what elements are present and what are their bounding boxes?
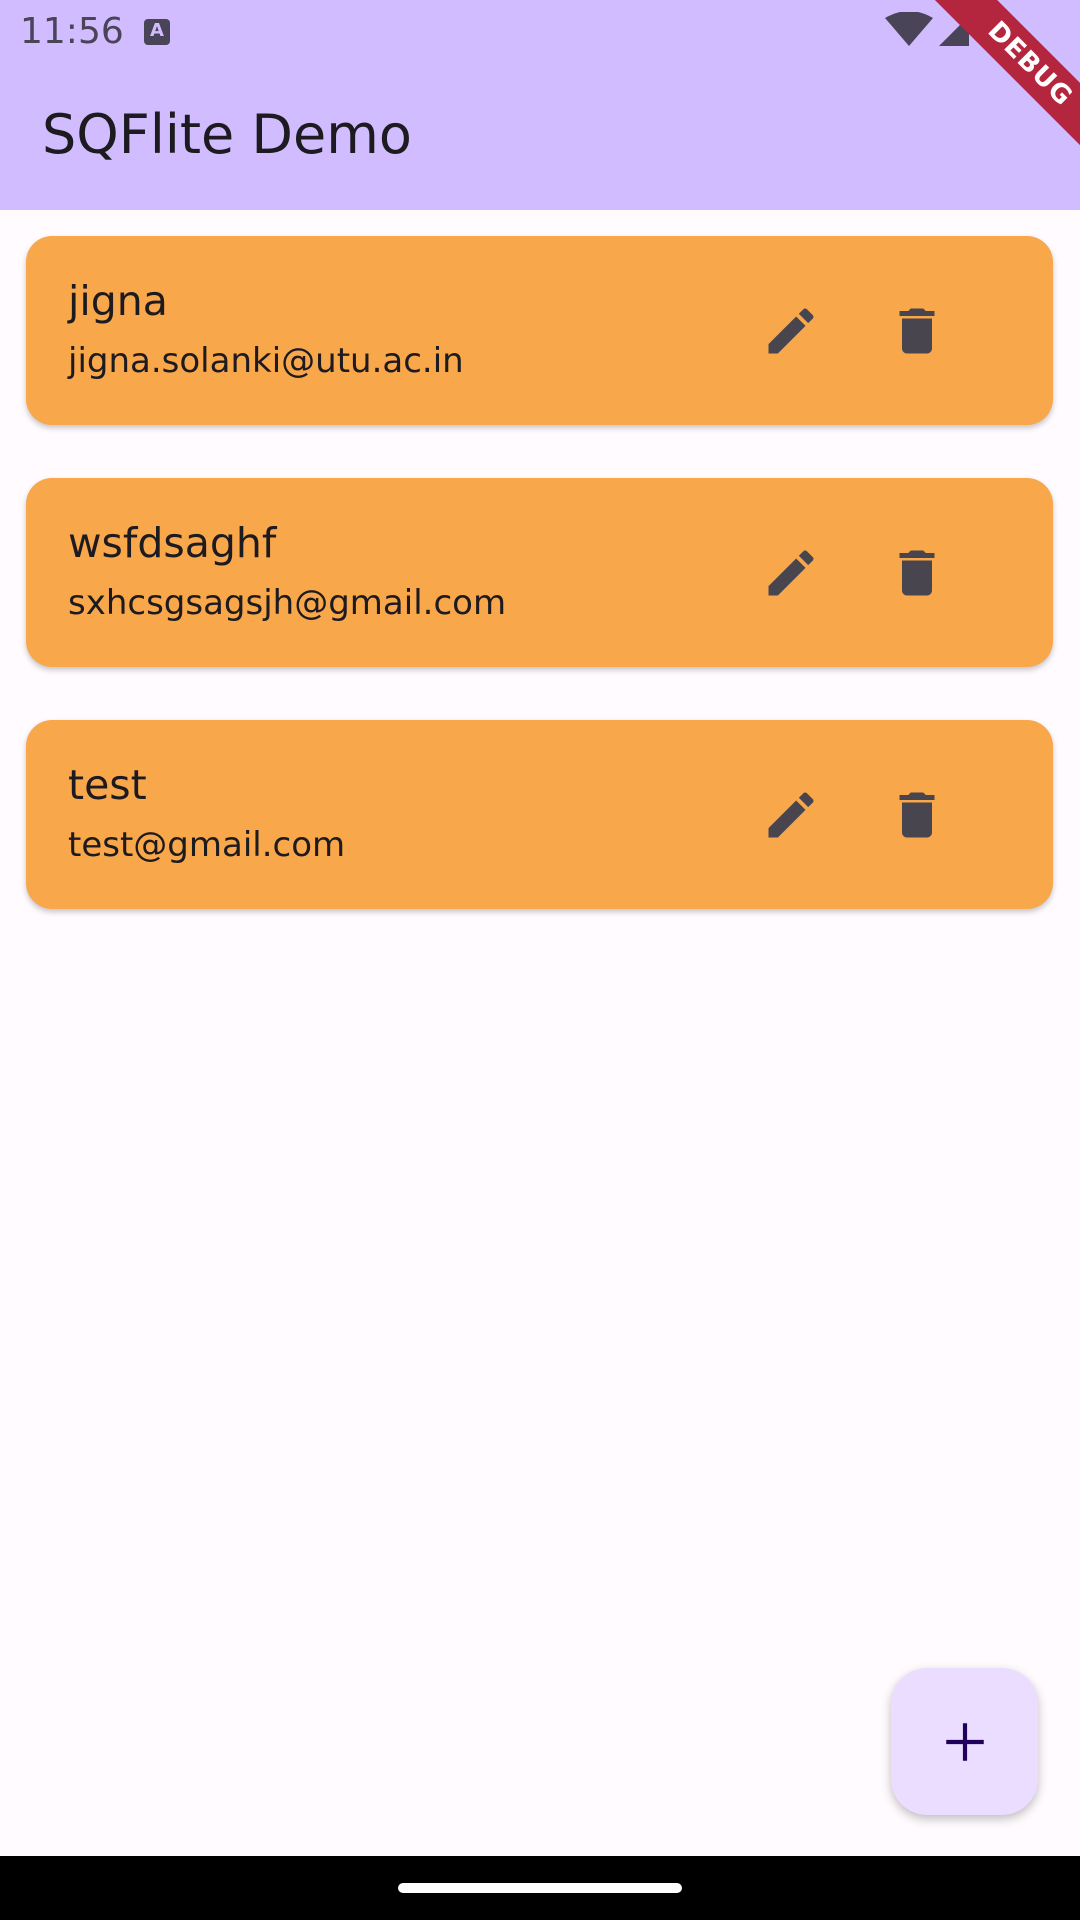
status-time: 11:56 bbox=[20, 11, 124, 52]
signal-icon bbox=[939, 16, 969, 46]
status-icons bbox=[885, 12, 1001, 48]
contact-name: test bbox=[68, 761, 147, 809]
contact-email: sxhcsgsagsjh@gmail.com bbox=[68, 583, 507, 623]
plus-icon bbox=[945, 1722, 984, 1761]
contact-name: jigna bbox=[68, 277, 168, 325]
trash-icon bbox=[899, 308, 935, 354]
delete-button[interactable] bbox=[881, 537, 953, 609]
pencil-icon bbox=[768, 308, 814, 354]
battery-icon bbox=[983, 18, 1001, 48]
page-title: SQFlite Demo bbox=[42, 103, 412, 166]
edit-button[interactable] bbox=[755, 537, 827, 609]
edit-button[interactable] bbox=[755, 779, 827, 851]
list-item: jigna jigna.solanki@utu.ac.in bbox=[26, 236, 1053, 425]
edit-button[interactable] bbox=[755, 295, 827, 367]
contact-email: test@gmail.com bbox=[68, 825, 346, 865]
add-button[interactable] bbox=[891, 1668, 1038, 1815]
wifi-icon bbox=[885, 12, 933, 46]
trash-icon bbox=[899, 550, 935, 596]
trash-icon bbox=[899, 792, 935, 838]
list-item: wsfdsaghf sxhcsgsagsjh@gmail.com bbox=[26, 478, 1053, 667]
contact-email: jigna.solanki@utu.ac.in bbox=[68, 341, 464, 381]
home-indicator[interactable] bbox=[398, 1883, 682, 1893]
delete-button[interactable] bbox=[881, 779, 953, 851]
delete-button[interactable] bbox=[881, 295, 953, 367]
text-a-icon: A bbox=[144, 19, 170, 45]
contact-name: wsfdsaghf bbox=[68, 519, 277, 567]
pencil-icon bbox=[768, 550, 814, 596]
pencil-icon bbox=[768, 792, 814, 838]
app-bar: 11:56 A SQFlite Demo bbox=[0, 0, 1080, 210]
list-item: test test@gmail.com bbox=[26, 720, 1053, 909]
